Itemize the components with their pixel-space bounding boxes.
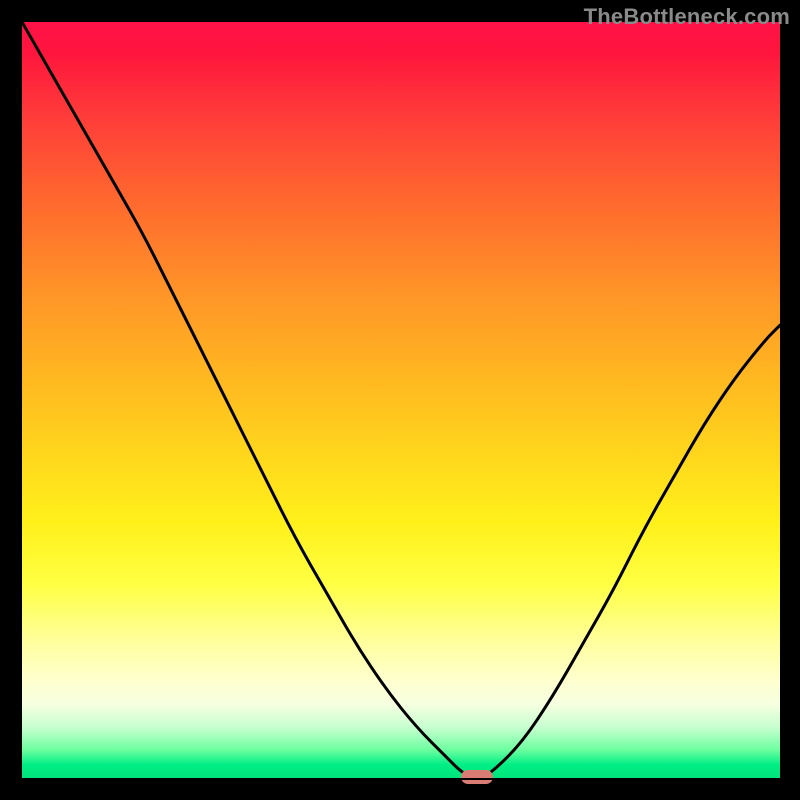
watermark-text: TheBottleneck.com <box>584 4 790 30</box>
optimal-marker <box>461 770 493 784</box>
chart-frame: TheBottleneck.com <box>0 0 800 800</box>
bottleneck-curve <box>22 22 780 780</box>
x-axis-line <box>22 778 780 780</box>
plot-area <box>22 22 780 780</box>
